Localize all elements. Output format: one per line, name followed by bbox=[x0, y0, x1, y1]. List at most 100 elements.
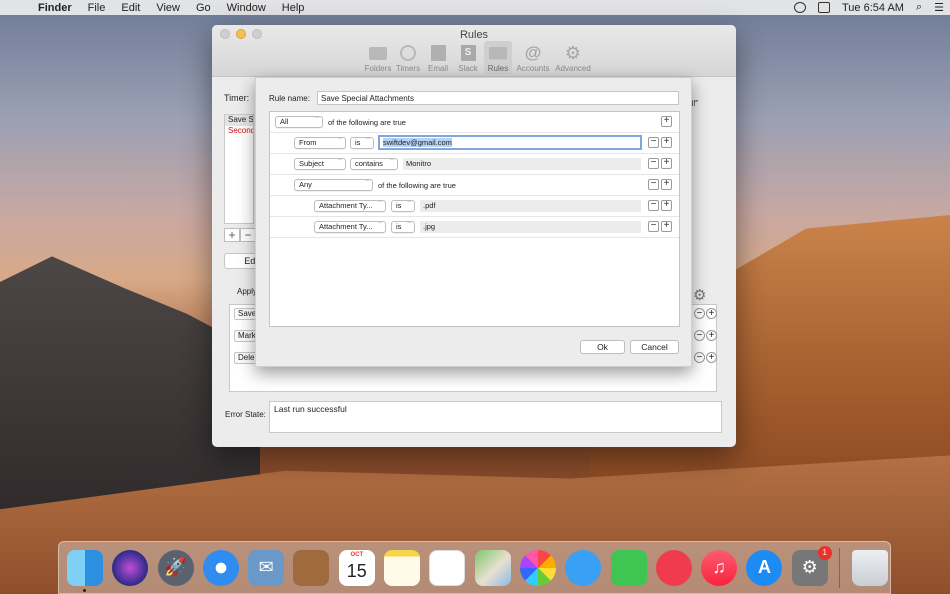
remove-action-button[interactable]: − bbox=[694, 308, 705, 319]
safari-icon[interactable] bbox=[202, 549, 239, 586]
remove-action-button[interactable]: − bbox=[694, 352, 705, 363]
match-any-popup[interactable]: Any bbox=[294, 179, 373, 191]
maps-icon[interactable] bbox=[474, 549, 511, 586]
news-icon[interactable] bbox=[655, 549, 692, 586]
value-field[interactable]: Monitro bbox=[403, 158, 641, 170]
tab-rules[interactable]: Rules bbox=[484, 41, 512, 75]
launchpad-icon[interactable]: 🚀 bbox=[157, 549, 194, 586]
system-preferences-icon[interactable]: ⚙ 1 bbox=[791, 545, 832, 586]
stamp-icon bbox=[430, 45, 446, 61]
match-all-popup[interactable]: All bbox=[275, 116, 323, 128]
rule-list-item[interactable]: Second bbox=[225, 126, 253, 137]
notification-center-icon[interactable]: ☰ bbox=[934, 1, 944, 14]
field-popup[interactable]: Attachment Ty... bbox=[314, 200, 386, 212]
field-popup[interactable]: Subject bbox=[294, 158, 346, 170]
timer-label: Timer: bbox=[224, 93, 250, 103]
menu-bar: Finder File Edit View Go Window Help Tue… bbox=[0, 0, 950, 15]
cancel-button[interactable]: Cancel bbox=[630, 340, 679, 354]
rule-name-label: Rule name: bbox=[269, 94, 310, 103]
siri-icon[interactable] bbox=[112, 549, 149, 586]
remove-rule-button[interactable]: − bbox=[240, 228, 256, 242]
display-mirror-icon[interactable] bbox=[817, 2, 830, 13]
add-action-button[interactable]: + bbox=[706, 352, 717, 363]
rule-list-item[interactable]: Save Sp bbox=[225, 115, 253, 126]
spotlight-search-icon[interactable]: ⌕ bbox=[916, 1, 922, 14]
remove-criteria-button[interactable]: − bbox=[648, 200, 659, 211]
add-criteria-button[interactable]: + bbox=[661, 200, 672, 211]
calendar-icon[interactable]: OCT 15 bbox=[338, 549, 375, 586]
tab-advanced[interactable]: ⚙ Advanced bbox=[554, 41, 592, 75]
remove-criteria-button[interactable]: − bbox=[648, 179, 659, 190]
add-criteria-button[interactable]: + bbox=[661, 179, 672, 190]
notes-icon[interactable] bbox=[384, 549, 421, 586]
app-store-icon[interactable]: A bbox=[746, 549, 783, 586]
mail-app-icon[interactable]: ✉ bbox=[248, 549, 285, 586]
add-action-button[interactable]: + bbox=[706, 330, 717, 341]
add-criteria-button[interactable]: + bbox=[661, 158, 672, 169]
menu-file[interactable]: File bbox=[80, 2, 114, 14]
facetime-icon[interactable] bbox=[610, 549, 647, 586]
tab-slack[interactable]: S Slack bbox=[454, 41, 482, 75]
remove-action-button[interactable]: − bbox=[694, 330, 705, 341]
menu-go[interactable]: Go bbox=[188, 2, 219, 14]
window-titlebar: Rules Folders Timers Email S Slack Rules … bbox=[212, 25, 736, 77]
window-title: Rules bbox=[459, 29, 489, 41]
add-criteria-button[interactable]: + bbox=[661, 221, 672, 232]
remove-criteria-button[interactable]: − bbox=[648, 221, 659, 232]
actions-gear-icon[interactable]: ⚙ bbox=[693, 286, 706, 304]
menu-window[interactable]: Window bbox=[219, 2, 274, 14]
selected-text: swiftdev@gmail.com bbox=[383, 138, 452, 147]
rules-list[interactable]: Save Sp Second bbox=[224, 114, 254, 224]
tab-label: Email bbox=[427, 64, 448, 73]
folder-icon bbox=[369, 46, 387, 60]
predicate-row: All of the following are true + bbox=[270, 112, 679, 133]
remove-criteria-button[interactable]: − bbox=[648, 137, 659, 148]
apply-label: Apply bbox=[237, 287, 258, 296]
menu-help[interactable]: Help bbox=[274, 2, 313, 14]
slack-icon: S bbox=[460, 45, 476, 61]
error-state-field: Last run successful bbox=[269, 401, 722, 433]
tab-accounts[interactable]: @ Accounts bbox=[514, 41, 552, 75]
operator-popup[interactable]: contains bbox=[350, 158, 398, 170]
predicate-row: Attachment Ty... is .jpg − + bbox=[270, 217, 679, 238]
running-indicator bbox=[83, 588, 86, 592]
contacts-icon[interactable] bbox=[293, 549, 330, 586]
value-field[interactable]: swiftdev@gmail.com bbox=[378, 135, 642, 150]
menu-view[interactable]: View bbox=[148, 2, 188, 14]
operator-popup[interactable]: is bbox=[391, 200, 415, 212]
music-icon[interactable]: ♫ bbox=[701, 549, 738, 586]
add-rule-button[interactable]: + bbox=[224, 228, 240, 242]
tab-email[interactable]: Email bbox=[424, 41, 452, 75]
accessibility-icon[interactable] bbox=[793, 2, 806, 13]
predicate-editor: All of the following are true + From is … bbox=[269, 111, 680, 327]
tab-timers[interactable]: Timers bbox=[394, 41, 422, 75]
menubar-clock[interactable]: Tue 6:54 AM bbox=[842, 2, 904, 14]
gear-icon: ⚙ bbox=[564, 43, 582, 63]
operator-popup[interactable]: is bbox=[391, 221, 415, 233]
rule-name-input[interactable]: Save Special Attachments bbox=[317, 91, 679, 105]
add-action-button[interactable]: + bbox=[706, 308, 717, 319]
error-state-label: Error State: bbox=[225, 410, 266, 419]
finder-icon[interactable] bbox=[67, 549, 103, 592]
photos-icon[interactable] bbox=[519, 549, 556, 586]
value-field[interactable]: .pdf bbox=[420, 200, 641, 212]
field-popup[interactable]: Attachment Ty... bbox=[314, 221, 386, 233]
rule-editor-sheet: Rule name: Save Special Attachments All … bbox=[255, 77, 692, 367]
value-field[interactable]: .jpg bbox=[420, 221, 641, 233]
messages-icon[interactable] bbox=[565, 549, 602, 586]
tab-folders[interactable]: Folders bbox=[364, 41, 392, 75]
ok-button[interactable]: Ok bbox=[580, 340, 625, 354]
add-criteria-button[interactable]: + bbox=[661, 116, 672, 127]
tab-label: Timers bbox=[395, 64, 421, 73]
trash-icon[interactable] bbox=[852, 549, 889, 586]
tab-label: Accounts bbox=[516, 64, 550, 73]
field-popup[interactable]: From bbox=[294, 137, 346, 149]
menu-edit[interactable]: Edit bbox=[113, 2, 148, 14]
menu-app-name[interactable]: Finder bbox=[30, 2, 80, 14]
operator-popup[interactable]: is bbox=[350, 137, 374, 149]
tab-label: Advanced bbox=[555, 64, 591, 73]
add-criteria-button[interactable]: + bbox=[661, 137, 672, 148]
compound-suffix: of the following are true bbox=[328, 118, 406, 127]
reminders-icon[interactable] bbox=[429, 549, 466, 586]
remove-criteria-button[interactable]: − bbox=[648, 158, 659, 169]
